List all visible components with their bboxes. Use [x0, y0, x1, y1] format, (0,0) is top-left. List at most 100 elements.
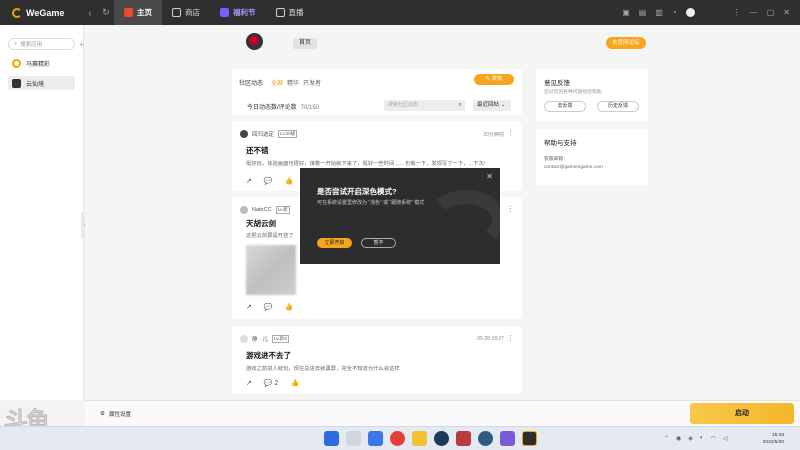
- launch-button[interactable]: 启动: [690, 403, 794, 424]
- filter-featured[interactable]: 精华: [287, 78, 299, 87]
- post-author[interactable]: 回归选定 Lv.20级: [240, 130, 298, 138]
- share-icon[interactable]: ↗: [246, 379, 252, 387]
- feed-search-input[interactable]: 搜索社区动态 ⌕: [384, 100, 465, 111]
- game-logo-icon: [246, 33, 263, 50]
- dismiss-button[interactable]: 暂不: [361, 238, 396, 248]
- sort-dropdown[interactable]: 最近回帖 ⌄: [473, 100, 511, 111]
- level-badge: Lv.20级: [278, 130, 298, 138]
- game-icon: [12, 78, 21, 88]
- back-icon[interactable]: ‹: [82, 8, 98, 18]
- wifi-icon[interactable]: ◠: [711, 435, 716, 442]
- sidebar-item-label: 马赛精彩: [26, 61, 51, 68]
- avatar[interactable]: [240, 335, 248, 343]
- post-author[interactable]: 静 · 儿 Lv.新X: [240, 335, 290, 343]
- home-icon: [124, 8, 133, 17]
- filter-developer[interactable]: 开发者: [303, 78, 321, 87]
- feedback-button[interactable]: 去反馈: [544, 101, 586, 112]
- comment-icon[interactable]: 💬: [264, 177, 273, 185]
- close-button[interactable]: ✕: [783, 8, 790, 17]
- app-icon[interactable]: [456, 431, 471, 446]
- clock[interactable]: 15:48 2022/5/30: [763, 432, 784, 446]
- tab-live[interactable]: 直播: [266, 0, 314, 25]
- refresh-icon[interactable]: ↻: [98, 7, 114, 18]
- tab-store[interactable]: 商店: [162, 0, 210, 25]
- post-body[interactable]: 挺好玩，体验画面也很好，接着一开始就下来了，挺好一些时间……也做一下，发现写了一…: [246, 159, 514, 167]
- windows-icon[interactable]: [368, 431, 383, 446]
- post-title[interactable]: 天胡云剑: [246, 218, 276, 229]
- help-title: 帮助与支持: [544, 140, 577, 147]
- dark-mode-dialog: ✕ 是否尝试开启深色模式? 可在系统设置里修改为 “浅色” 或 “跟随系统” 模…: [300, 168, 500, 264]
- avatar[interactable]: [240, 130, 248, 138]
- post-image[interactable]: [246, 245, 296, 295]
- post-actions: ↗ 💬 👍: [246, 177, 293, 185]
- close-icon[interactable]: ✕: [486, 172, 493, 181]
- game-action-bar: ⚙ 属性设置 启动: [85, 400, 800, 426]
- download-icon[interactable]: ▣: [622, 8, 630, 17]
- maximize-button[interactable]: ▢: [767, 8, 775, 17]
- system-tray: ⌃ ◉ ◈ ◐ ◠ ◁: [664, 435, 727, 442]
- wegame-icon[interactable]: [522, 431, 537, 446]
- network-icon[interactable]: ◉: [676, 435, 681, 442]
- logo-text: WeGame: [26, 7, 65, 18]
- today-count: 今日动态数/评论数 70/150: [247, 102, 319, 111]
- more-icon[interactable]: ⋮: [507, 205, 514, 213]
- add-icon[interactable]: +: [79, 40, 84, 49]
- folder-icon[interactable]: [412, 431, 427, 446]
- chevron-up-icon[interactable]: ⌃: [664, 435, 669, 442]
- forum-button[interactable]: 去官网论坛: [606, 37, 646, 49]
- filter-all[interactable]: 全部: [271, 78, 283, 87]
- game-home-tab[interactable]: 首页: [293, 38, 318, 49]
- email-label: 客服邮箱：: [544, 157, 568, 162]
- more-icon[interactable]: ⋮: [507, 334, 514, 342]
- more-icon[interactable]: ⋮: [507, 129, 514, 137]
- comment-icon[interactable]: 💬 2: [264, 379, 279, 387]
- app-icon[interactable]: [478, 431, 493, 446]
- post-time: 05-28 18:27: [477, 336, 504, 342]
- post-body[interactable]: 游戏之前进入就玩，现在总进去就黑屏，完全不知道为什么会这样: [246, 364, 514, 372]
- like-icon[interactable]: 👍: [285, 177, 294, 185]
- message-icon[interactable]: ▥: [655, 8, 663, 17]
- wegame-logo[interactable]: WeGame: [0, 7, 82, 18]
- user-avatar[interactable]: [685, 8, 695, 17]
- game-icon: [12, 58, 21, 68]
- menu-button[interactable]: ⋮: [733, 8, 741, 17]
- share-icon[interactable]: ↗: [246, 303, 252, 311]
- enable-dark-mode-button[interactable]: 立即开启: [317, 238, 352, 248]
- properties-settings[interactable]: ⚙ 属性设置: [100, 410, 131, 418]
- post-title[interactable]: 游戏进不去了: [246, 350, 291, 361]
- search-icon[interactable]: ⌕: [459, 100, 462, 111]
- dialog-title: 是否尝试开启深色模式?: [317, 187, 397, 196]
- like-icon[interactable]: 👍: [290, 379, 299, 387]
- post-card[interactable]: 静 · 儿 Lv.新X 05-28 18:27 ⋮ 游戏进不去了 游戏之前进入就…: [232, 326, 522, 394]
- support-email[interactable]: contact@gamersgame.com: [544, 165, 603, 170]
- tab-festival[interactable]: 福利节: [210, 0, 266, 25]
- notification-icon[interactable]: ◔: [672, 8, 677, 17]
- share-icon[interactable]: ↗: [246, 177, 252, 185]
- tab-label: 福利节: [233, 8, 256, 17]
- steam-icon[interactable]: [434, 431, 449, 446]
- sidebar-item-game-1[interactable]: 马赛精彩: [8, 56, 75, 70]
- avatar[interactable]: [240, 206, 248, 214]
- new-post-button[interactable]: ✎ 发帖: [474, 74, 514, 85]
- post-actions: ↗ 💬 2 👍: [246, 379, 299, 387]
- app-icon[interactable]: [500, 431, 515, 446]
- app-tray-icon[interactable]: ◐: [700, 435, 704, 442]
- chrome-icon[interactable]: [390, 431, 405, 446]
- post-title[interactable]: 还不错: [246, 145, 269, 156]
- dialog-decoration: [426, 190, 500, 250]
- like-icon[interactable]: 👍: [285, 303, 294, 311]
- folder-icon[interactable]: ▤: [639, 8, 647, 17]
- minimize-button[interactable]: —: [750, 8, 758, 17]
- search-icon[interactable]: [346, 431, 361, 446]
- feedback-history-button[interactable]: 历史反馈: [597, 101, 639, 112]
- search-icon: ⌕: [14, 40, 18, 47]
- comment-icon[interactable]: 💬: [264, 303, 273, 311]
- tab-home[interactable]: 主页: [114, 0, 162, 25]
- search-placeholder: 搜索应用: [20, 42, 43, 48]
- sidebar-item-game-2[interactable]: 云仙境: [8, 76, 75, 90]
- post-author[interactable]: NateCC Lv.新: [240, 206, 290, 214]
- start-icon[interactable]: [324, 431, 339, 446]
- volume-icon[interactable]: ◁: [723, 435, 728, 442]
- app-tray-icon[interactable]: ◈: [688, 435, 693, 442]
- sidebar-search-input[interactable]: ⌕ 搜索应用 +: [8, 38, 84, 50]
